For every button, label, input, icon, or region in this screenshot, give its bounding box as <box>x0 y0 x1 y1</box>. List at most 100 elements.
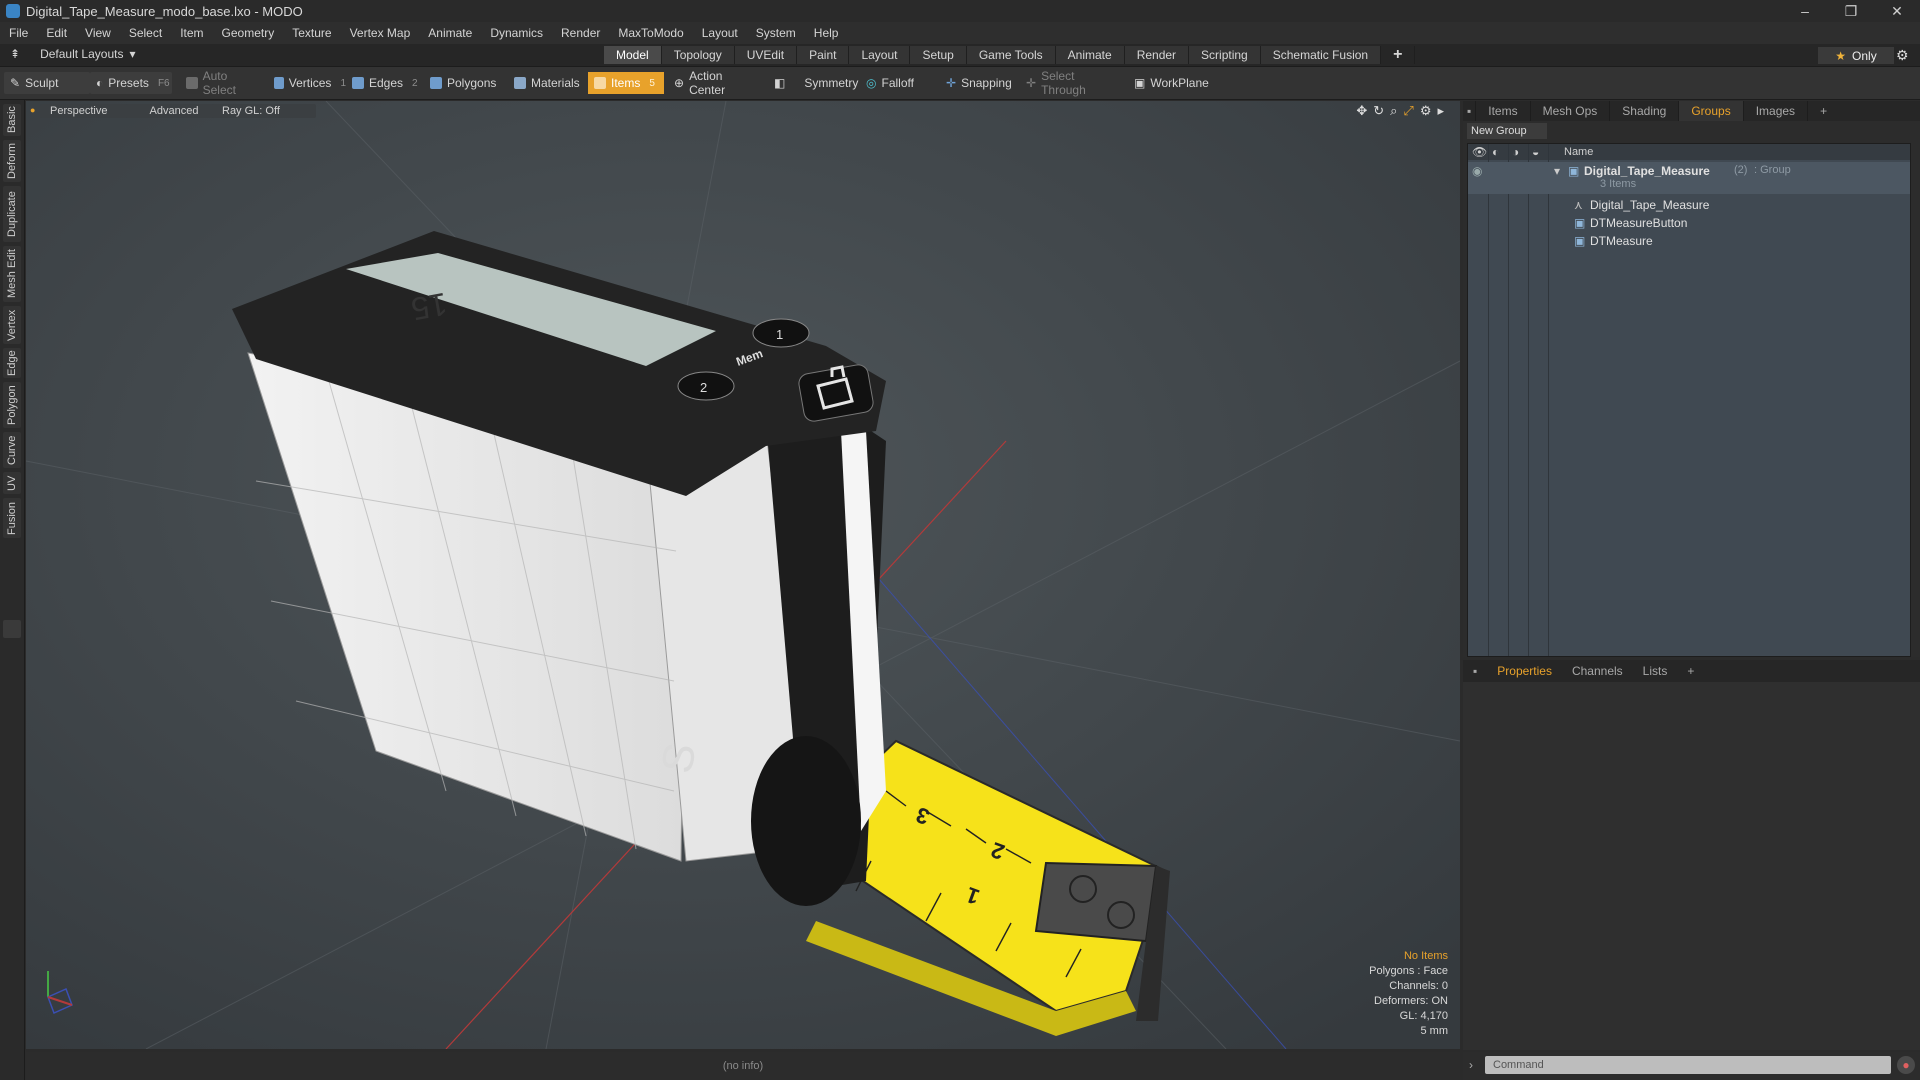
3d-viewport[interactable]: 3 2 1 S 15 1 2 Mem ● Perspective Advance… <box>26 101 1460 1049</box>
add-panel-tab-button[interactable]: + <box>1808 101 1839 121</box>
name-column-header[interactable]: Name <box>1564 146 1593 158</box>
brush-icon: ✎ <box>10 76 21 90</box>
tab-fusion[interactable]: Fusion <box>3 498 21 538</box>
fit-view-icon[interactable]: ⤢ <box>1403 103 1413 119</box>
command-history-arrow-icon[interactable]: › <box>1469 1058 1473 1072</box>
tab-scripting[interactable]: Scripting <box>1189 46 1261 64</box>
gear-icon[interactable]: ⚙ <box>1896 47 1909 64</box>
list-item[interactable]: ⋏ Digital_Tape_Measure <box>1468 196 1910 214</box>
shading-dropdown[interactable]: Advanced <box>126 104 222 118</box>
viewport-pin-icon[interactable]: ● <box>30 105 35 115</box>
menu-edit[interactable]: Edit <box>37 26 76 40</box>
tab-paint[interactable]: Paint <box>797 46 850 64</box>
snapping-button[interactable]: ✛ Snapping <box>940 72 1032 94</box>
tab-animate[interactable]: Animate <box>1055 46 1125 64</box>
tab-lists[interactable]: Lists <box>1633 664 1678 678</box>
restore-button[interactable]: ❐ <box>1828 0 1874 22</box>
presets-button[interactable]: ◐ Presets F6 <box>90 72 172 94</box>
add-tab-button[interactable]: + <box>1381 46 1416 64</box>
layout-collapse-icon[interactable]: ⇞ <box>10 47 20 61</box>
tab-images[interactable]: Images <box>1744 101 1809 121</box>
vertices-button[interactable]: Vertices 1 <box>268 72 352 94</box>
group-row[interactable]: ◉ ▾ ▣ Digital_Tape_Measure (2) : Group 3… <box>1468 162 1910 194</box>
auto-select-button[interactable]: Auto Select <box>180 69 268 97</box>
tab-schematic-fusion[interactable]: Schematic Fusion <box>1260 46 1382 64</box>
tab-render[interactable]: Render <box>1124 46 1190 64</box>
select-column-icon[interactable]: ◒ <box>1532 145 1539 159</box>
hud-polygons: Polygons : Face <box>1369 965 1448 977</box>
zoom-icon[interactable]: ⌕ <box>1390 103 1397 119</box>
tab-duplicate[interactable]: Duplicate <box>3 186 21 242</box>
panel-grip-icon[interactable]: ▪ <box>1463 664 1487 678</box>
menu-view[interactable]: View <box>76 26 120 40</box>
symmetry-button[interactable]: ◧ Symmetry <box>768 72 858 94</box>
visibility-icon[interactable]: ◉ <box>1472 164 1482 178</box>
panel-grip-icon[interactable]: ▪ <box>1463 101 1477 121</box>
menu-help[interactable]: Help <box>805 26 848 40</box>
polygons-button[interactable]: Polygons <box>424 72 504 94</box>
raygl-toggle[interactable]: Ray GL: Off <box>212 104 316 118</box>
visibility-column-icon[interactable]: 👁 <box>1472 145 1487 159</box>
lock-column-icon[interactable]: ◑ <box>1512 145 1519 159</box>
tab-items[interactable]: Items <box>1476 101 1531 121</box>
list-item[interactable]: ▣ DTMeasureButton <box>1468 214 1910 232</box>
tab-groups[interactable]: Groups <box>1679 101 1744 121</box>
menu-maxtomodo[interactable]: MaxToModo <box>609 26 692 40</box>
menu-select[interactable]: Select <box>120 26 171 40</box>
tab-topology[interactable]: Topology <box>661 46 735 64</box>
menu-geometry[interactable]: Geometry <box>213 26 284 40</box>
edges-button[interactable]: Edges 2 <box>346 72 426 94</box>
tab-deform[interactable]: Deform <box>3 140 21 182</box>
tab-edge[interactable]: Edge <box>3 348 21 378</box>
tab-game-tools[interactable]: Game Tools <box>966 46 1056 64</box>
tab-mesh-edit[interactable]: Mesh Edit <box>3 246 21 302</box>
expand-toggle-icon[interactable]: ▾ <box>1554 164 1560 178</box>
menu-item[interactable]: Item <box>171 26 212 40</box>
rotate-icon[interactable]: ↻ <box>1373 103 1384 119</box>
materials-button[interactable]: Materials <box>508 72 588 94</box>
menu-vertex-map[interactable]: Vertex Map <box>341 26 420 40</box>
tab-shading[interactable]: Shading <box>1610 101 1680 121</box>
tab-basic[interactable]: Basic <box>3 104 21 136</box>
select-through-button[interactable]: ✛ Select Through <box>1020 69 1122 97</box>
layouts-dropdown[interactable]: ⇞ Default Layouts ▾ <box>10 47 135 61</box>
pan-icon[interactable]: ✥ <box>1356 103 1367 119</box>
menu-texture[interactable]: Texture <box>283 26 340 40</box>
items-button[interactable]: Items 5 <box>588 72 664 94</box>
tab-curve[interactable]: Curve <box>3 432 21 468</box>
tab-layout[interactable]: Layout <box>849 46 911 64</box>
record-macro-icon[interactable]: ● <box>1897 1056 1915 1074</box>
workplane-button[interactable]: ▣ WorkPlane <box>1128 72 1212 94</box>
viewport-gear-icon[interactable]: ⚙ <box>1420 103 1432 119</box>
only-toggle[interactable]: ★ Only <box>1818 47 1894 64</box>
menu-system[interactable]: System <box>747 26 805 40</box>
tab-setup[interactable]: Setup <box>910 46 967 64</box>
sculpt-button[interactable]: ✎ Sculpt <box>4 72 90 94</box>
viewport-menu-arrow-icon[interactable]: ▸ <box>1437 103 1444 119</box>
panel-toggle-button[interactable] <box>3 620 21 638</box>
tab-polygon[interactable]: Polygon <box>3 382 21 428</box>
tab-uv[interactable]: UV <box>3 472 21 494</box>
add-panel-tab-button[interactable]: + <box>1677 664 1704 678</box>
tab-model[interactable]: Model <box>604 46 662 64</box>
falloff-button[interactable]: ◎ Falloff <box>860 72 936 94</box>
tab-uvedit[interactable]: UVEdit <box>734 46 798 64</box>
menu-file[interactable]: File <box>0 26 37 40</box>
tab-vertex[interactable]: Vertex <box>3 306 21 344</box>
viewport-scene[interactable]: 3 2 1 S 15 1 2 Mem <box>26 101 1460 1049</box>
close-button[interactable]: ✕ <box>1874 0 1920 22</box>
menu-layout[interactable]: Layout <box>693 26 747 40</box>
tab-properties[interactable]: Properties <box>1487 664 1562 678</box>
list-item[interactable]: ▣ DTMeasure <box>1468 232 1910 250</box>
new-group-button[interactable]: New Group <box>1467 123 1547 139</box>
tab-mesh-ops[interactable]: Mesh Ops <box>1531 101 1611 121</box>
tab-channels[interactable]: Channels <box>1562 664 1633 678</box>
view-mode-dropdown[interactable]: Perspective <box>40 104 136 118</box>
minimize-button[interactable]: – <box>1782 0 1828 22</box>
command-input[interactable]: Command <box>1485 1056 1891 1074</box>
menu-render[interactable]: Render <box>552 26 609 40</box>
menu-dynamics[interactable]: Dynamics <box>481 26 552 40</box>
render-column-icon[interactable]: ◐ <box>1492 145 1499 159</box>
menu-animate[interactable]: Animate <box>419 26 481 40</box>
action-center-button[interactable]: ⊕ Action Center <box>668 69 764 97</box>
